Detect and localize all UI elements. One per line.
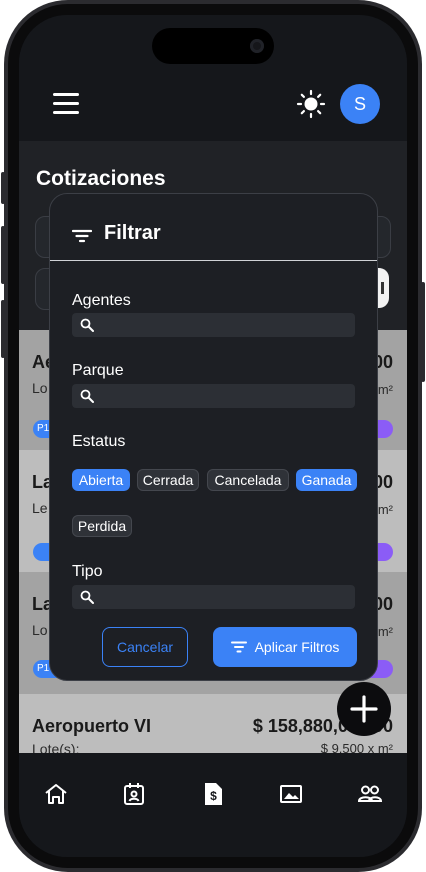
search-icon (80, 389, 94, 403)
search-icon (80, 318, 94, 332)
add-button[interactable] (337, 682, 391, 736)
agentes-label: Agentes (72, 292, 131, 309)
chip-abierta[interactable]: Abierta (72, 469, 130, 491)
cancel-button[interactable]: Cancelar (102, 627, 188, 667)
app-screen: S Ae Lo 00 m² P1 La Le 00 m² La Lo 00 m²… (19, 15, 407, 857)
chip-cerrada[interactable]: Cerrada (137, 469, 199, 491)
tipo-label: Tipo (72, 563, 103, 580)
phone-side-button (1, 226, 5, 284)
menu-icon[interactable] (53, 93, 79, 115)
card-subtitle: Lo (32, 622, 48, 638)
card-price-per-m2: m² (377, 382, 393, 397)
chip-perdida[interactable]: Perdida (72, 515, 132, 537)
page-title: Cotizaciones (36, 167, 166, 190)
apply-filters-button[interactable]: Aplicar Filtros (213, 627, 357, 667)
svg-text:$: $ (210, 789, 217, 803)
calendar-icon[interactable] (121, 781, 147, 807)
estatus-label: Estatus (72, 433, 126, 450)
chip-cancelada[interactable]: Cancelada (207, 469, 289, 491)
card-title: Aeropuerto VI (32, 716, 152, 736)
apply-filters-label: Aplicar Filtros (254, 639, 340, 655)
plus-icon (350, 695, 378, 723)
card-price-per-m2: m² (377, 502, 393, 517)
gallery-icon[interactable] (278, 781, 304, 807)
card-subtitle: Lo (32, 380, 48, 396)
agentes-search-input[interactable] (72, 313, 355, 337)
card-subtitle: Le (32, 500, 48, 516)
filter-icon (72, 229, 92, 243)
chip-ganada[interactable]: Ganada (296, 469, 357, 491)
divider (50, 260, 377, 261)
card-price-per-m2: m² (377, 624, 393, 639)
phone-side-button (1, 172, 5, 204)
bottom-nav: $ (19, 753, 407, 857)
quote-icon[interactable]: $ (200, 781, 226, 807)
parque-search-input[interactable] (72, 384, 355, 408)
camera-icon (250, 39, 264, 53)
filter-dialog: Filtrar Agentes Parque Estatus Abierta C… (49, 193, 378, 681)
phone-side-button (1, 300, 5, 358)
tipo-search-input[interactable] (72, 585, 355, 609)
search-icon (80, 590, 94, 604)
phone-side-button (421, 282, 425, 382)
users-icon[interactable] (357, 781, 383, 807)
filter-icon (230, 641, 247, 653)
avatar[interactable]: S (340, 84, 380, 124)
sun-icon[interactable] (296, 89, 326, 119)
home-icon[interactable] (43, 781, 69, 807)
dialog-title: Filtrar (104, 222, 161, 244)
parque-label: Parque (72, 362, 124, 379)
